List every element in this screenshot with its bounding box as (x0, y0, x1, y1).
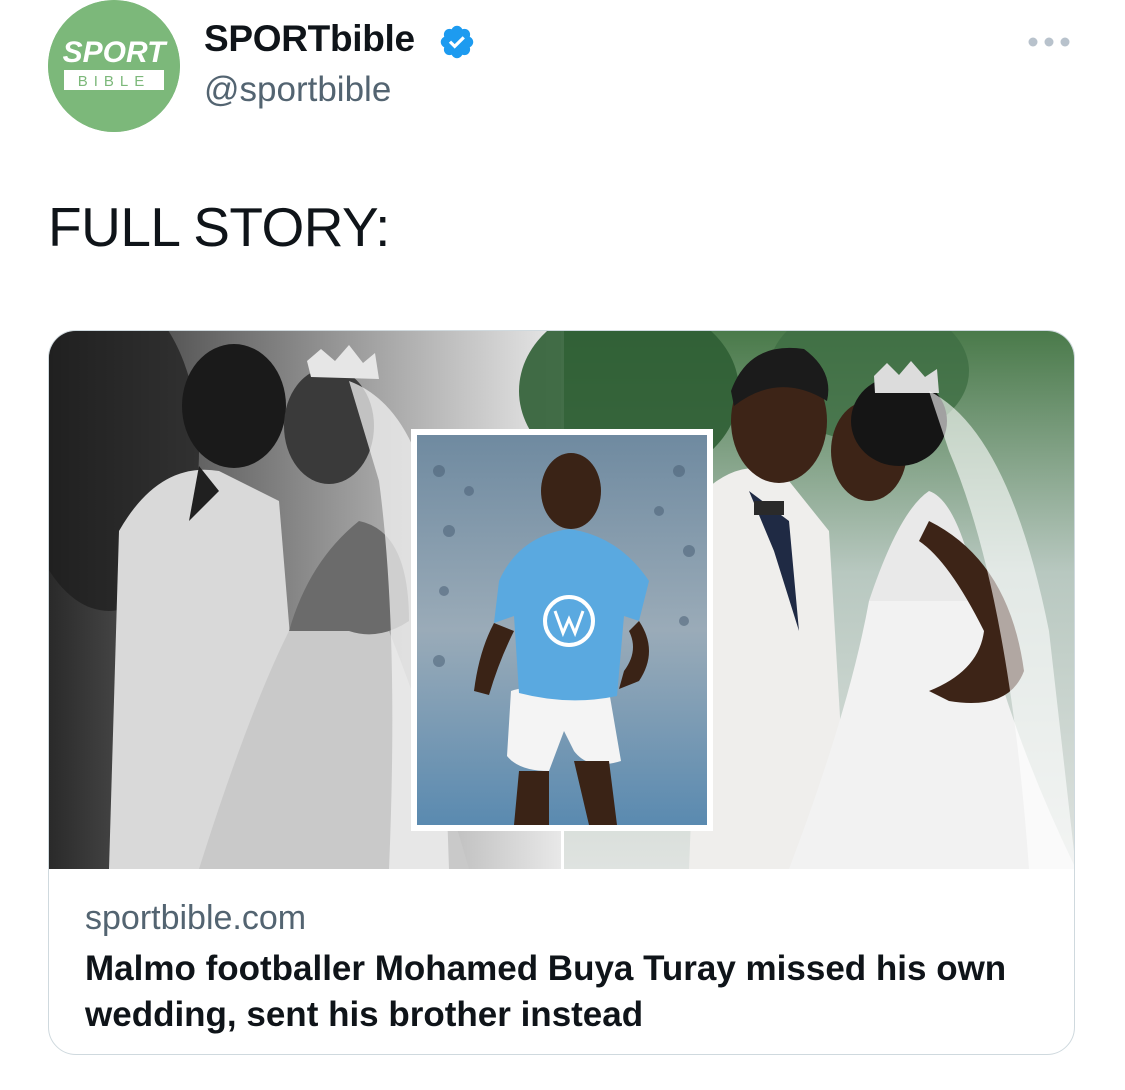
avatar[interactable]: SPORT BIBLE (48, 0, 180, 132)
card-image[interactable] (49, 331, 1074, 869)
handle[interactable]: @sportbible (204, 70, 391, 110)
tweet: SPORT BIBLE SPORTbible @sportbible FULL … (0, 0, 1125, 1090)
more-options-icon[interactable] (1024, 30, 1074, 54)
verified-badge-icon (440, 25, 474, 59)
avatar-logo-top: SPORT (63, 36, 168, 69)
card-domain[interactable]: sportbible.com (85, 899, 306, 938)
display-name[interactable]: SPORTbible (204, 18, 415, 60)
card-title[interactable]: Malmo footballer Mohamed Buya Turay miss… (85, 946, 1045, 1038)
tweet-text: FULL STORY: (48, 196, 390, 258)
link-card[interactable]: sportbible.com Malmo footballer Mohamed … (48, 330, 1075, 1055)
sportbible-logo: SPORT BIBLE (48, 0, 180, 132)
avatar-logo-bottom: BIBLE (78, 73, 151, 90)
wedding-collage-image (49, 331, 1074, 869)
